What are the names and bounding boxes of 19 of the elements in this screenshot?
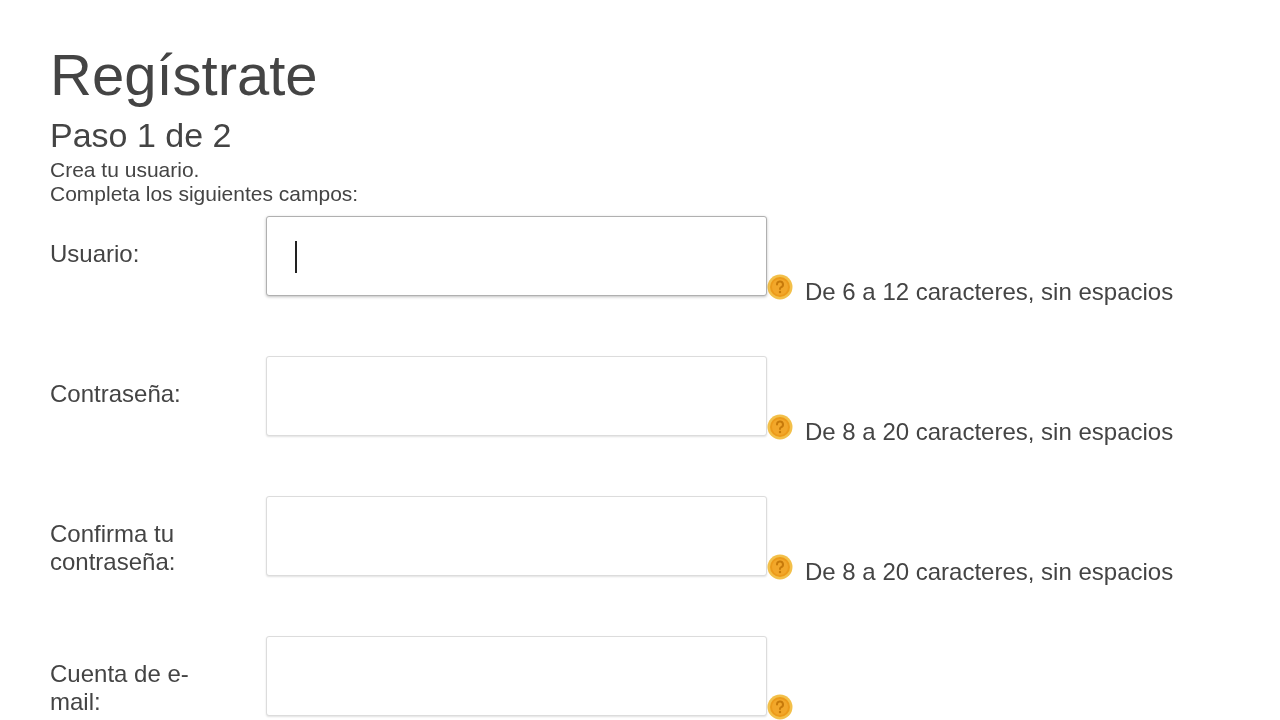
help-icon[interactable] — [767, 414, 793, 440]
field-label: Usuario: — [50, 239, 141, 268]
field-label: Cuenta de e-mail: — [50, 659, 190, 716]
hint-text: De 8 a 20 caracteres, sin espacios — [805, 418, 1174, 446]
help-icon[interactable] — [767, 554, 793, 580]
input-field[interactable] — [266, 356, 767, 436]
hint-text: De 8 a 20 caracteres, sin espacios — [805, 558, 1174, 586]
field-label: Contraseña: — [50, 379, 182, 408]
input-field[interactable] — [266, 496, 767, 576]
hint-text: De 6 a 12 caracteres, sin espacios — [805, 278, 1174, 306]
input-field[interactable] — [266, 636, 767, 716]
instruction-text: Crea tu usuario. — [50, 158, 201, 182]
field-label: Confirma tu contraseña: — [50, 519, 177, 576]
input-field[interactable] — [266, 216, 767, 296]
step-indicator: Paso 1 de 2 — [50, 118, 233, 152]
text-cursor — [295, 241, 297, 273]
instruction-text: Completa los siguientes campos: — [50, 182, 360, 206]
help-icon[interactable] — [767, 274, 793, 300]
help-icon[interactable] — [767, 694, 793, 720]
